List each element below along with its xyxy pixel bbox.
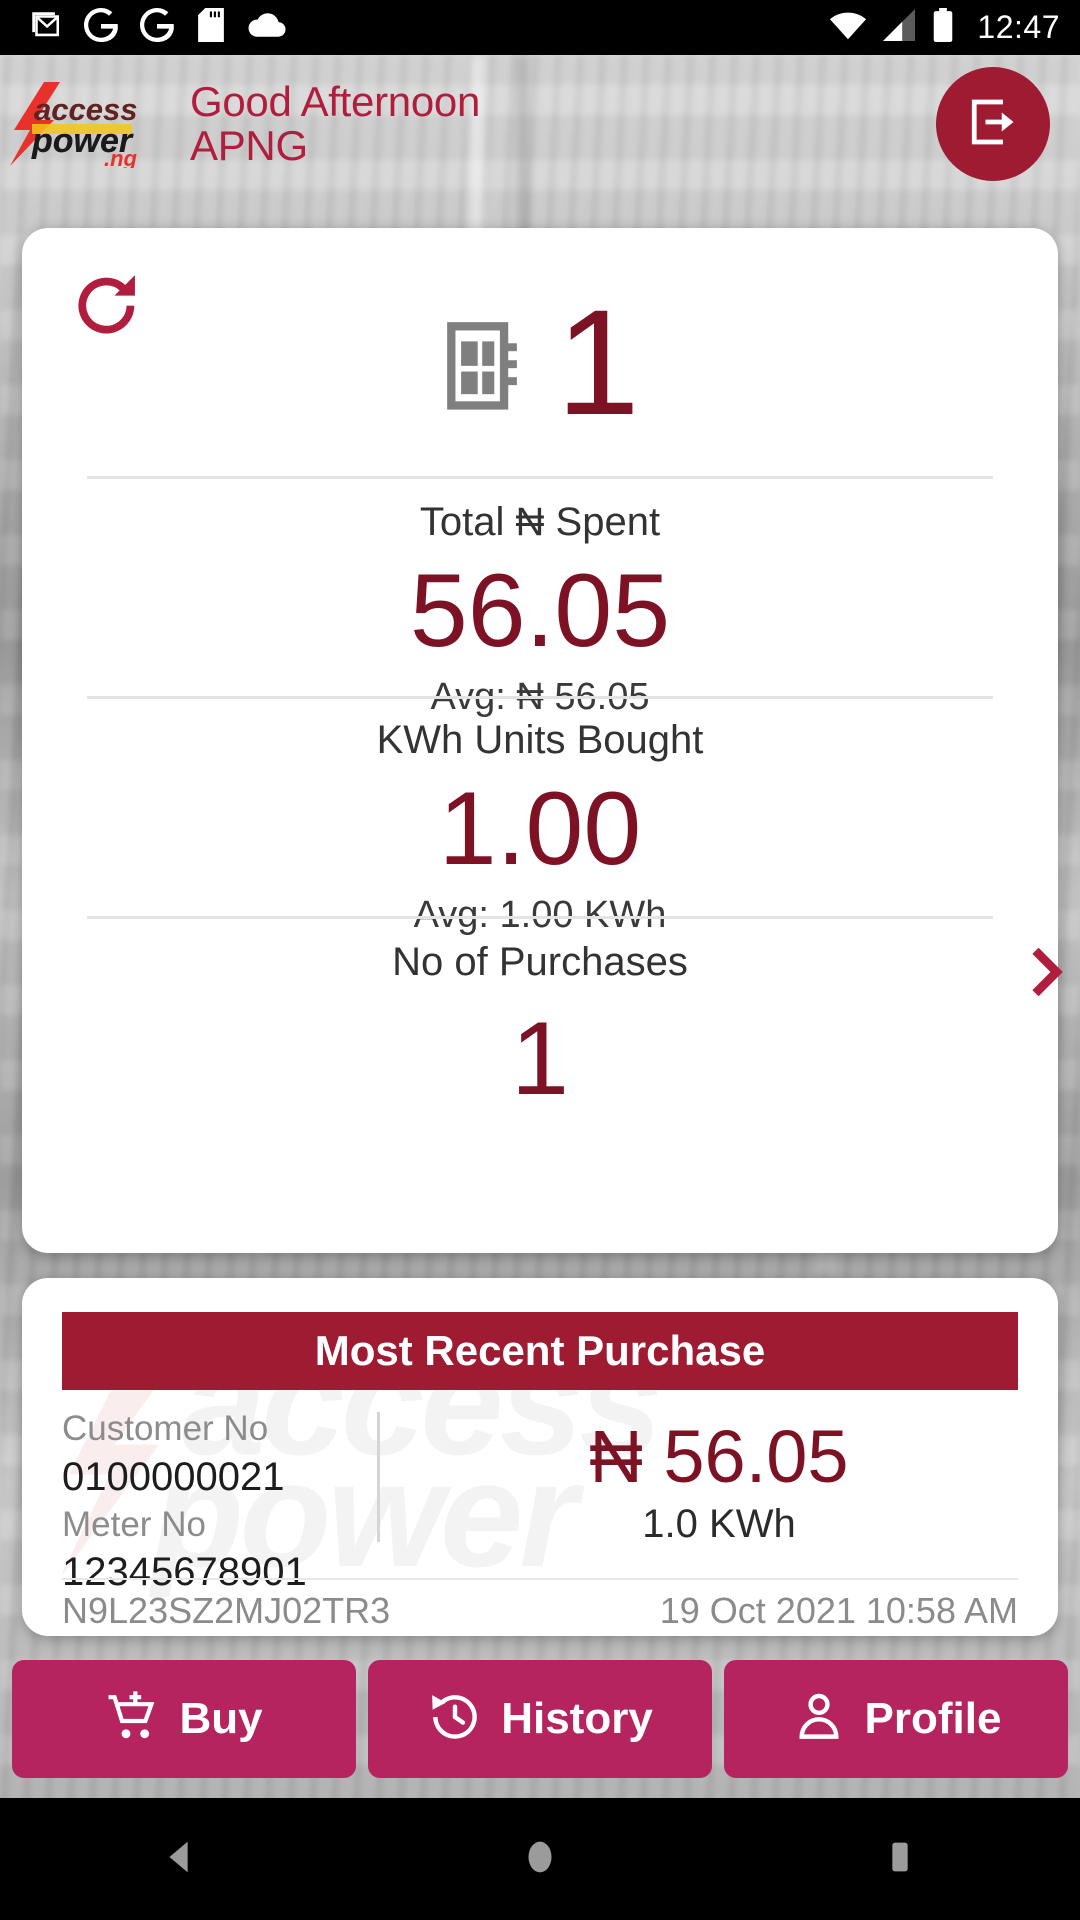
cart-plus-icon (105, 1689, 161, 1750)
person-icon (791, 1689, 847, 1750)
stat-label: KWh Units Bought (376, 718, 704, 762)
back-triangle-icon[interactable] (157, 1834, 203, 1885)
status-bar-right-icons: 12:47 (829, 8, 1060, 47)
history-label: History (501, 1694, 653, 1743)
customer-no-value: 0100000021 (62, 1454, 285, 1499)
buy-button[interactable]: Buy (12, 1660, 356, 1778)
chevron-right-icon (1018, 947, 1076, 1005)
meter-no-label: Meter No (62, 1504, 206, 1544)
most-recent-purchase-card[interactable]: access power Most Recent Purchase Custom… (22, 1278, 1058, 1636)
meter-icon (440, 315, 538, 418)
recents-square-icon[interactable] (877, 1834, 923, 1885)
gmail-icon (28, 8, 62, 47)
next-meter-button[interactable] (1018, 943, 1076, 1006)
stat-value: 1 (511, 1001, 569, 1117)
home-circle-icon[interactable] (517, 1834, 563, 1885)
status-bar-left-icons (28, 8, 829, 47)
stat-label: No of Purchases (392, 940, 688, 984)
android-navigation-bar (0, 1798, 1080, 1920)
stat-value: 1.00 (438, 771, 642, 887)
recent-purchase-title: Most Recent Purchase (314, 1327, 766, 1374)
customer-details: Customer No 0100000021 Meter No 12345678… (22, 1396, 377, 1594)
divider (87, 916, 993, 919)
app-bar: access access power .ng power Good After… (0, 55, 1080, 193)
divider (87, 476, 993, 479)
status-bar: 12:47 (0, 0, 1080, 55)
divider (62, 1578, 1018, 1580)
recent-purchase-body: Customer No 0100000021 Meter No 12345678… (22, 1396, 1058, 1594)
google-icon (84, 8, 118, 47)
transaction-datetime: 19 Oct 2021 10:58 AM (659, 1590, 1018, 1631)
purchase-units: 1.0 KWh (642, 1501, 796, 1546)
recent-purchase-footer: N9L23SZ2MJ02TR3 19 Oct 2021 10:58 AM (62, 1590, 1018, 1632)
meter-count: 1 (556, 278, 640, 446)
greeting-line2: APNG (190, 122, 308, 169)
google-icon (140, 8, 174, 47)
stat-no-of-purchases: No of Purchases 1 (22, 940, 1058, 1114)
recent-purchase-header: Most Recent Purchase (62, 1312, 1018, 1390)
wifi-icon (829, 9, 867, 46)
stat-total-spent: Total ₦ Spent 56.05 Avg: ₦ 56.05 (22, 500, 1058, 719)
stat-value: 56.05 (409, 553, 671, 669)
purchase-amount: ₦ 56.05 (589, 1415, 849, 1498)
logout-button[interactable] (936, 67, 1050, 181)
history-clock-icon (427, 1689, 483, 1750)
status-bar-clock: 12:47 (977, 9, 1060, 45)
greeting-line1: Good Afternoon (190, 78, 481, 126)
cloud-icon (248, 10, 286, 45)
svg-text:power: power (31, 122, 134, 160)
purchase-amount-block: ₦ 56.05 1.0 KWh (380, 1396, 1058, 1576)
greeting: Good Afternoon APNG (190, 80, 480, 167)
profile-label: Profile (864, 1694, 1002, 1743)
stat-label: Total ₦ Spent (419, 500, 661, 544)
profile-button[interactable]: Profile (724, 1660, 1068, 1778)
sd-card-icon (196, 8, 226, 47)
cellular-signal-icon (881, 9, 917, 46)
battery-icon (931, 8, 955, 47)
app-logo: access access power .ng power (8, 80, 156, 171)
phone-screen: 12:47 access access power .ng power Good… (0, 0, 1080, 1920)
divider (87, 696, 993, 699)
transaction-id: N9L23SZ2MJ02TR3 (62, 1590, 391, 1631)
summary-card[interactable]: 1 Total ₦ Spent 56.05 Avg: ₦ 56.05 KWh U… (22, 228, 1063, 1253)
buy-label: Buy (179, 1694, 263, 1743)
history-button[interactable]: History (368, 1660, 712, 1778)
customer-no-label: Customer No (62, 1409, 269, 1448)
bottom-navigation: Buy History Profile (12, 1660, 1068, 1778)
stat-kwh-units: KWh Units Bought 1.00 Avg: 1.00 KWh (22, 718, 1058, 937)
logout-icon (963, 92, 1023, 157)
meter-summary-row: 1 (22, 266, 1058, 466)
